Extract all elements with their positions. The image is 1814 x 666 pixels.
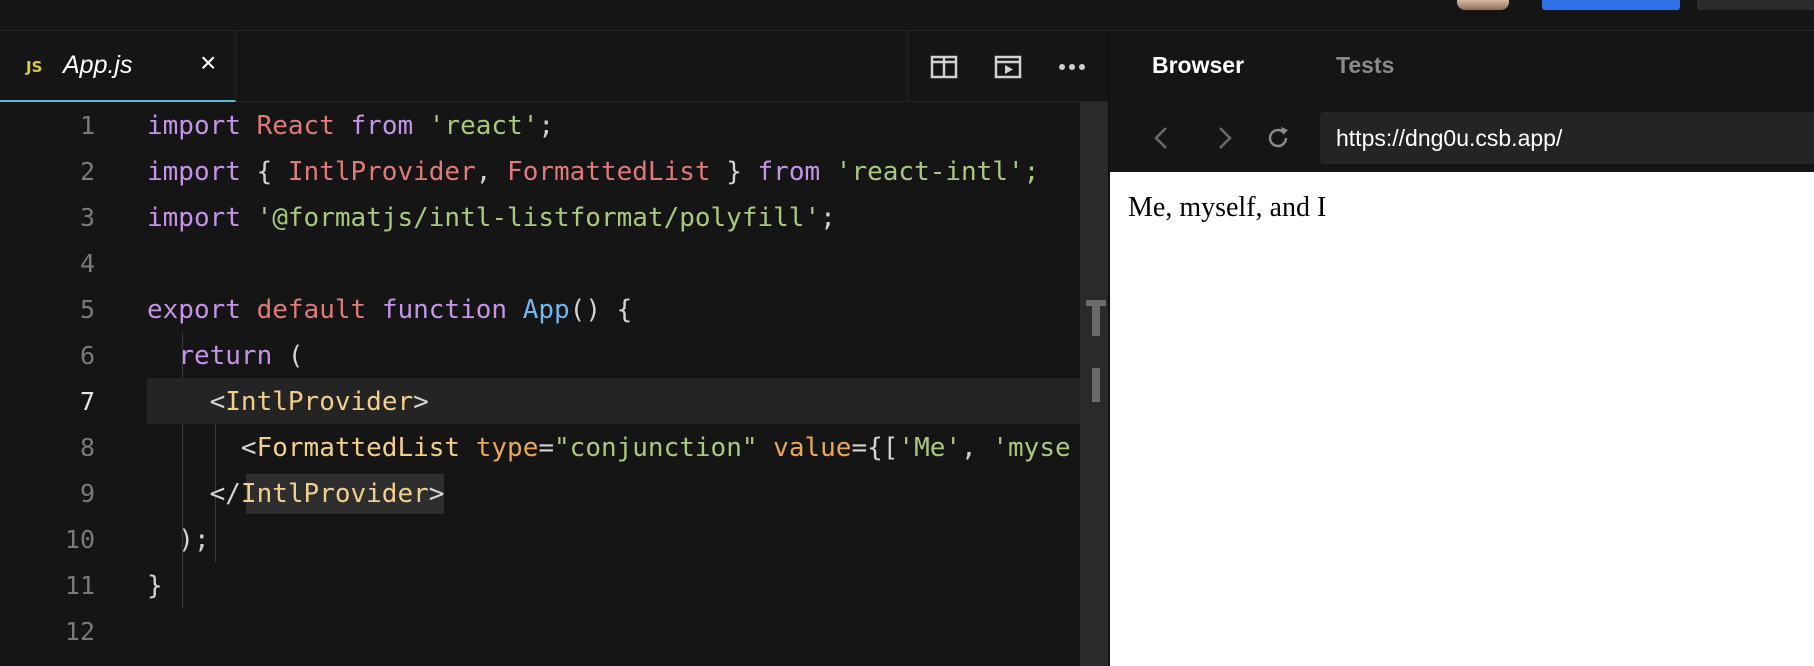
code-line: 10 ); [0,516,1080,562]
browser-nav-bar: https://dng0u.csb.app/ [1110,102,1814,172]
code-line: 1 import React from 'react'; [0,102,1080,148]
code-text: ); [147,525,210,555]
line-number: 5 [79,295,95,324]
editor-actions [907,31,1108,102]
more-options-icon[interactable] [1056,51,1088,83]
code-line: 3 import '@formatjs/intl-listformat/poly… [0,194,1080,240]
code-editor[interactable]: 1 import React from 'react'; 2 import { … [0,102,1108,666]
back-icon[interactable] [1148,124,1176,152]
top-bar [0,0,1814,31]
editor-scrollbar[interactable] [1080,102,1108,666]
tab-browser[interactable]: Browser [1152,52,1244,79]
line-number: 10 [64,525,95,554]
code-line: 9 </IntlProvider> [0,470,1080,516]
code-line: 5 export default function App() { [0,286,1080,332]
code-text: import { IntlProvider, FormattedList } f… [147,157,1040,187]
scroll-marker [1092,368,1100,402]
code-line: 8 <FormattedList type="conjunction" valu… [0,424,1080,470]
code-text: </IntlProvider> [147,479,445,509]
tab-filename: App.js [63,51,133,79]
code-text: <FormattedList type="conjunction" value=… [147,433,1071,463]
avatar[interactable] [1457,0,1509,10]
code-text: import '@formatjs/intl-listformat/polyfi… [147,203,836,233]
browser-panel: Browser Tests https://dng0u.csb.app/ Me,… [1108,31,1814,666]
preview-icon[interactable] [992,51,1024,83]
code-line-active: 7 <IntlProvider> [0,378,1080,424]
close-tab-icon[interactable]: × [200,49,216,77]
code-line: 12 [0,608,1080,654]
url-bar[interactable]: https://dng0u.csb.app/ [1320,112,1814,164]
code-line: 4 [0,240,1080,286]
line-number: 6 [79,341,95,370]
primary-button[interactable] [1542,0,1680,10]
tab-tests[interactable]: Tests [1336,52,1394,79]
code-text: import React from 'react'; [147,111,555,141]
code-text: export default function App() { [147,295,633,325]
editor-tab-bar: JS App.js × [0,31,1108,102]
rendered-output: Me, myself, and I [1128,192,1327,223]
code-text: return ( [178,341,304,371]
browser-viewport: Me, myself, and I [1110,172,1814,666]
tab-app-js[interactable]: JS App.js × [0,31,236,102]
javascript-file-icon: JS [26,58,43,76]
line-number: 7 [79,387,95,416]
forward-icon[interactable] [1210,124,1238,152]
line-number: 8 [79,433,95,462]
scroll-marker [1092,300,1100,336]
line-number: 2 [79,157,95,186]
code-line: 11 } [0,562,1080,608]
line-number: 1 [79,111,95,140]
code-line: 6 return ( [0,332,1080,378]
line-number: 9 [79,479,95,508]
line-number: 3 [79,203,95,232]
split-view-icon[interactable] [928,51,960,83]
code-line: 2 import { IntlProvider, FormattedList }… [0,148,1080,194]
line-number: 11 [64,571,95,600]
preview-tabs: Browser Tests [1110,31,1814,102]
code-text: <IntlProvider> [147,387,429,417]
refresh-icon[interactable] [1264,124,1292,152]
url-text: https://dng0u.csb.app/ [1336,125,1563,151]
line-number: 4 [79,249,95,278]
code-text: } [147,571,163,601]
line-number: 12 [64,617,95,646]
secondary-button[interactable] [1697,0,1814,10]
